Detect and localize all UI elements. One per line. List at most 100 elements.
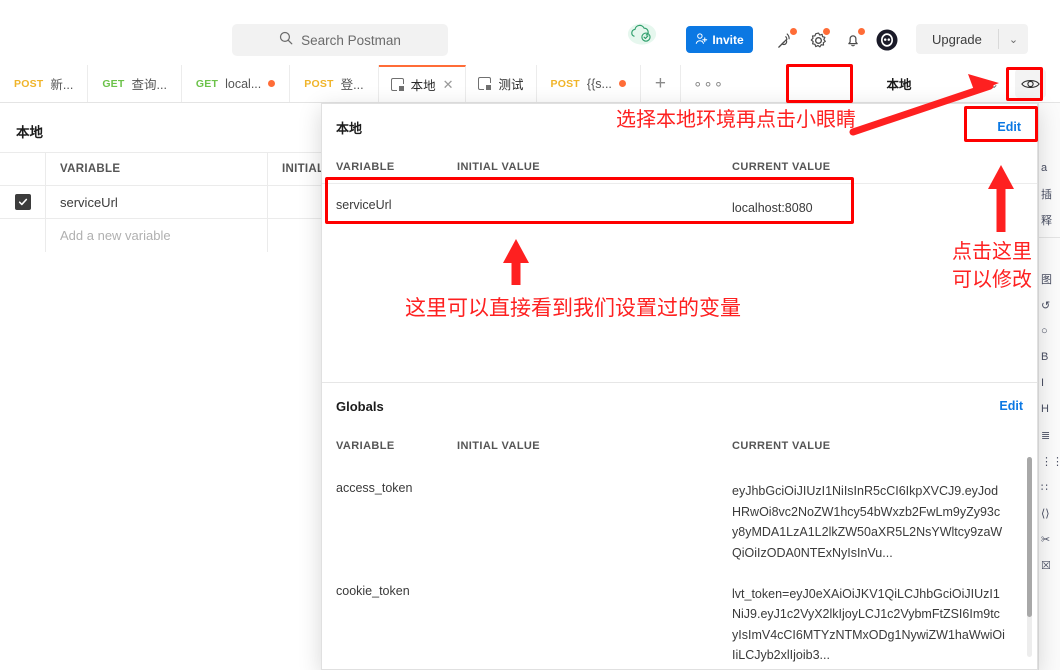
rail-item-3[interactable]: 图 [1039, 266, 1060, 292]
rail-item-14[interactable]: ☒ [1039, 552, 1060, 578]
column-header-current-value: CURRENT VALUE [732, 160, 831, 173]
rail-label: Ι [1041, 377, 1045, 389]
search-input[interactable]: Search Postman [232, 24, 448, 56]
rail-item-7[interactable]: Ι [1039, 370, 1060, 396]
popup-environment-name: 本地 [336, 120, 363, 136]
ellipsis-icon[interactable]: ∘∘∘ [681, 65, 736, 102]
satellite-badge [790, 28, 797, 35]
rail-item-4[interactable]: ↺ [1039, 292, 1060, 318]
tab-environment-local[interactable]: 本地 ✕ [378, 65, 467, 102]
cell-variable: access_token [336, 481, 413, 495]
cell-variable: serviceUrl [60, 194, 118, 210]
tab-label: 查询... [131, 78, 167, 92]
rail-label: ✂ [1041, 533, 1051, 546]
column-header-current-value: CURRENT VALUE [732, 440, 831, 452]
rail-item-0[interactable]: a [1039, 155, 1060, 181]
rail-label: ☒ [1041, 559, 1051, 572]
globals-scrollbar-thumb[interactable] [1027, 457, 1032, 617]
bell-badge [858, 28, 865, 35]
rail-label: 插 [1041, 189, 1052, 201]
rail-divider [1039, 237, 1060, 238]
tab-method: GET [195, 77, 219, 90]
app-header: Search Postman Invite Upgrade ⌄ [0, 0, 1060, 65]
satellite-icon[interactable] [772, 27, 798, 53]
cell-initial-value [457, 198, 732, 219]
tab-method: POST [14, 77, 44, 90]
header-checkbox-cell [0, 152, 46, 186]
cell-current-value: localhost:8080 [732, 201, 813, 215]
close-icon[interactable]: ✕ [443, 77, 454, 93]
upgrade-group: Upgrade ⌄ [916, 24, 1029, 54]
rail-label: 释 [1041, 215, 1052, 227]
person-add-icon [695, 32, 708, 48]
rail-item-9[interactable]: ≣ [1039, 422, 1060, 448]
cell-initial-value [457, 481, 732, 564]
environment-icon [390, 78, 406, 93]
cell-initial-value [457, 584, 732, 667]
environment-variable-row[interactable]: serviceUrl localhost:8080 [322, 184, 1037, 229]
globals-variable-row[interactable]: access_token eyJhbGciOiJIUzI1NiIsInR5cCI… [322, 463, 1037, 574]
tab-environment-test[interactable]: 测试 [466, 65, 537, 102]
rail-item-10[interactable]: ⋮⋮ [1039, 448, 1060, 474]
bell-icon[interactable] [840, 27, 866, 53]
column-header-initial-value: INITIAL VALUE [457, 440, 541, 452]
rail-item-11[interactable]: ∷ [1039, 474, 1060, 500]
upgrade-button[interactable]: Upgrade [916, 32, 998, 47]
rail-label: a [1041, 162, 1048, 174]
new-tab-icon[interactable]: + [641, 65, 682, 102]
gear-icon[interactable] [805, 27, 831, 53]
cell-variable: serviceUrl [336, 198, 392, 212]
right-sidebar[interactable]: a 插 释 图 ↺ ○ B Ι H ≣ ⋮⋮ ∷ ⟨⟩ ✂ ☒ [1038, 103, 1060, 670]
rail-item-6[interactable]: B [1039, 344, 1060, 370]
tab-request-2[interactable]: GET local... [182, 65, 291, 102]
globals-edit-link[interactable]: Edit [999, 399, 1023, 413]
tab-method: GET [102, 77, 125, 90]
tab-request-0[interactable]: POST 新... [0, 65, 89, 102]
globals-variable-row[interactable]: cookie_token lvt_token=eyJ0eXAiOiJKV1QiL… [322, 574, 1037, 670]
postman-app: Search Postman Invite Upgrade ⌄ POST 新..… [0, 0, 1060, 670]
chevron-down-icon[interactable]: ⌄ [999, 33, 1028, 46]
gear-badge [823, 28, 830, 35]
rail-item-8[interactable]: H [1039, 396, 1060, 422]
rail-item-13[interactable]: ✂ [1039, 526, 1060, 552]
column-header-variable: VARIABLE [336, 440, 395, 452]
column-header-variable: VARIABLE [336, 160, 395, 173]
chevron-down-icon[interactable]: ⌄ [984, 74, 1004, 94]
environment-editor-title: 本地 [16, 125, 43, 140]
cell-current-value: eyJhbGciOiJIUzI1NiIsInR5cCI6IkpXVCJ9.eyJ… [732, 484, 1003, 560]
rail-label: H [1041, 403, 1049, 415]
environment-selector[interactable]: 本地 [824, 65, 974, 102]
rail-label: B [1041, 351, 1049, 363]
rail-item-5[interactable]: ○ [1039, 318, 1060, 344]
tab-request-1[interactable]: GET 查询... [88, 65, 182, 102]
row-checkbox[interactable] [14, 194, 31, 210]
environment-quick-look-popup: 本地 Edit VARIABLE INITIAL VALUE CURRENT V… [321, 103, 1038, 670]
tab-label: local... [225, 76, 262, 91]
column-header-initial-value: INITIAL VALUE [457, 160, 541, 173]
cloud-check-icon[interactable] [624, 22, 660, 46]
rail-item-12[interactable]: ⟨⟩ [1039, 500, 1060, 526]
unsaved-dot [268, 80, 276, 87]
invite-button[interactable]: Invite [686, 26, 753, 53]
column-header-initial: INITIAL [282, 163, 325, 175]
search-icon [279, 31, 293, 50]
tab-method: POST [304, 77, 334, 90]
tab-request-4[interactable]: POST {{s... [537, 65, 641, 102]
rail-label: ⟨⟩ [1041, 507, 1050, 520]
environment-edit-link[interactable]: Edit [997, 120, 1021, 134]
tab-request-3[interactable]: POST 登... [290, 65, 379, 102]
popup-globals-name: Globals [336, 398, 384, 414]
rail-item-1[interactable]: 插 [1039, 181, 1060, 207]
rail-label: ≣ [1041, 429, 1051, 442]
rail-label: ∷ [1041, 481, 1048, 494]
popup-globals-table-header: VARIABLE INITIAL VALUE CURRENT VALUE [322, 429, 1037, 463]
environment-selector-label: 本地 [886, 78, 912, 92]
tab-label: 测试 [498, 78, 524, 92]
cell-current-value: lvt_token=eyJ0eXAiOiJKV1QiLCJhbGciOiJIUz… [732, 586, 1005, 663]
unsaved-dot [618, 80, 626, 87]
eye-icon[interactable] [1015, 69, 1046, 98]
rail-item-2[interactable]: 释 [1039, 207, 1060, 233]
column-header-variable: VARIABLE [60, 163, 121, 175]
rail-label: ○ [1041, 325, 1048, 337]
avatar-icon[interactable] [874, 27, 900, 53]
